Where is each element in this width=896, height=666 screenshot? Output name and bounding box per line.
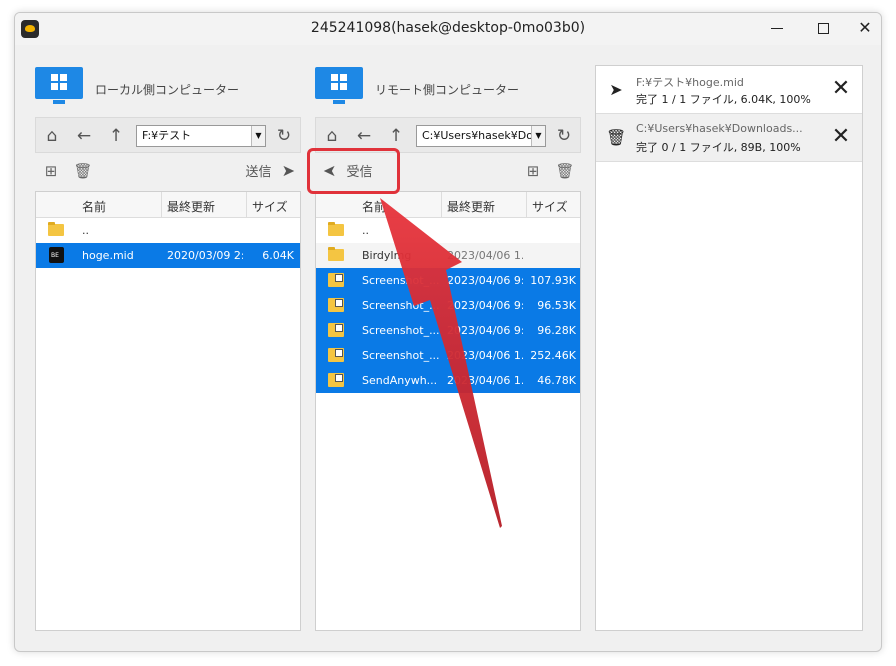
table-row[interactable]: Screenshot_... 2023/04/06 9:... 107.93K [316,268,580,293]
title-bar[interactable]: 245241098(hasek@desktop-0mo03b0) ✕ [15,13,881,45]
table-row[interactable]: Screenshot_... 2023/04/06 1... 252.46K [316,343,580,368]
refresh-icon[interactable]: ↻ [554,126,574,146]
transfer-queue: ➤ F:¥テスト¥hoge.mid 完了 1 / 1 ファイル, 6.04K, … [595,65,863,631]
column-size[interactable]: サイズ [532,198,568,215]
table-row[interactable]: hoge.mid 2020/03/09 2:... 6.04K [36,243,300,268]
refresh-icon[interactable]: ↻ [274,126,294,146]
receive-button-highlight [307,148,400,194]
back-arrow-icon[interactable]: ← [354,126,374,146]
trash-icon[interactable]: 🗑 [555,161,575,181]
table-row[interactable]: SendAnywh... 2023/04/06 1... 46.78K [316,368,580,393]
image-file-icon [328,348,344,362]
maximize-icon [817,23,829,34]
close-icon[interactable]: ✕ [830,126,852,148]
column-name[interactable]: 名前 [82,198,106,215]
close-icon[interactable]: ✕ [830,78,852,100]
send-button[interactable]: 送信 ➤ [245,161,295,180]
remote-pane-label: リモート側コンピューター [375,83,520,97]
home-icon[interactable]: ⌂ [42,126,62,146]
table-row[interactable]: Screenshot_... 2023/04/06 9:... 96.53K [316,293,580,318]
remote-computer-icon [315,67,363,105]
image-file-icon [328,273,344,287]
local-nav-bar: ⌂ ← ↑ F:¥テスト ▼ ↻ [35,117,301,153]
maximize-button[interactable] [803,13,843,45]
chevron-down-icon[interactable]: ▼ [531,126,545,146]
table-row[interactable]: .. [36,218,300,243]
table-row[interactable]: BirdyImg 2023/04/06 1... [316,243,580,268]
queue-item[interactable]: ➤ F:¥テスト¥hoge.mid 完了 1 / 1 ファイル, 6.04K, … [596,66,862,114]
send-label: 送信 [245,165,272,180]
home-icon[interactable]: ⌂ [322,126,342,146]
back-arrow-icon[interactable]: ← [74,126,94,146]
remote-file-list[interactable]: 名前 最終更新 サイズ .. BirdyImg 2023/04/06 1... … [315,191,581,631]
trash-icon: 🗑 [606,128,627,147]
remote-list-header: 名前 最終更新 サイズ [316,192,580,218]
image-file-icon [328,298,344,312]
remote-path-value: C:¥Users¥hasek¥Do [422,129,533,142]
new-folder-icon[interactable]: ⊞ [41,161,61,181]
image-file-icon [328,373,344,387]
folder-icon [328,222,344,236]
column-modified[interactable]: 最終更新 [447,198,495,215]
column-size[interactable]: サイズ [252,198,288,215]
local-list-header: 名前 最終更新 サイズ [36,192,300,218]
minimize-icon [771,28,783,29]
remote-path-input[interactable]: C:¥Users¥hasek¥Do ▼ [416,125,546,147]
up-arrow-icon[interactable]: ↑ [386,126,406,146]
close-window-button[interactable]: ✕ [845,13,881,45]
image-file-icon [328,323,344,337]
local-file-list[interactable]: 名前 最終更新 サイズ .. hoge.mid 2020/03/09 2:...… [35,191,301,631]
table-row[interactable]: Screenshot_... 2023/04/06 9:... 96.28K [316,318,580,343]
new-folder-icon[interactable]: ⊞ [523,161,543,181]
app-window: 245241098(hasek@desktop-0mo03b0) ✕ ローカル側… [14,12,882,652]
local-path-input[interactable]: F:¥テスト ▼ [136,125,266,147]
chevron-down-icon[interactable]: ▼ [251,126,265,146]
send-icon: ➤ [609,80,623,99]
folder-icon [48,222,64,236]
table-row[interactable]: .. [316,218,580,243]
queue-item[interactable]: 🗑 C:¥Users¥hasek¥Downloads... 完了 0 / 1 フ… [596,114,862,162]
window-title: 245241098(hasek@desktop-0mo03b0) [310,20,586,36]
minimize-button[interactable] [757,13,797,45]
up-arrow-icon[interactable]: ↑ [106,126,126,146]
column-modified[interactable]: 最終更新 [167,198,215,215]
local-action-bar: ⊞ 🗑 送信 ➤ [35,159,301,185]
local-pane-label: ローカル側コンピューター [95,83,240,97]
folder-icon [328,247,344,261]
local-computer-icon [35,67,83,105]
send-arrow-icon: ➤ [281,161,295,180]
column-name[interactable]: 名前 [362,198,386,215]
local-path-value: F:¥テスト [142,129,192,142]
trash-icon[interactable]: 🗑 [73,161,93,181]
midi-file-icon [49,247,64,263]
